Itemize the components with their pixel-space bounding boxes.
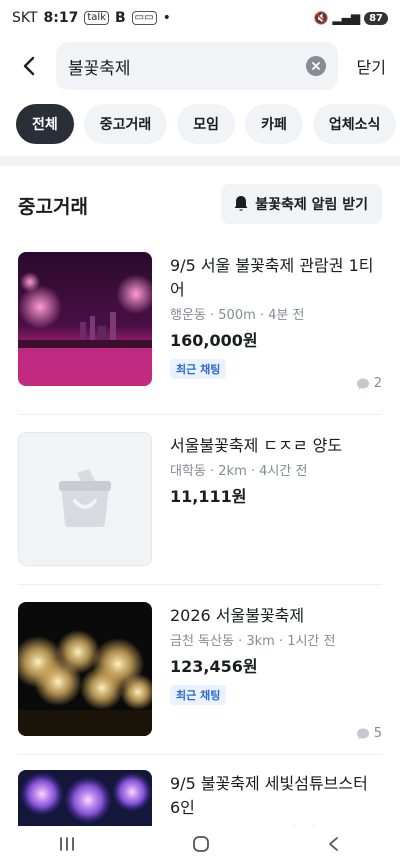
item-title: 9/5 불꽃축제 세빛섬튜브스터 6인 [170, 774, 368, 817]
section-divider [0, 156, 400, 166]
tab-business-news[interactable]: 업체소식 [312, 104, 397, 144]
list-item[interactable]: 9/5 불꽃축제 세빛섬튜브스터 6인 [18, 770, 382, 826]
search-query: 불꽃축제 [68, 58, 131, 79]
item-thumbnail [18, 602, 152, 736]
tab-all[interactable]: 전체 [16, 104, 74, 144]
list-item[interactable]: 서울불꽃축제 ㄷㅈㄹ 양도 대학동 · 2km · 4시간 전 11,111원 [18, 432, 382, 600]
item-price: 11,111원 [170, 487, 247, 506]
item-title: 2026 서울불꽃축제 [170, 606, 305, 625]
item-price: 160,000원 [170, 331, 258, 350]
chevron-left-icon [23, 56, 35, 76]
bell-icon [234, 196, 248, 211]
carrier-label: SKT [12, 10, 38, 26]
tab-cafe[interactable]: 카페 [245, 104, 303, 144]
clock: 8:17 [43, 10, 79, 26]
signal-icon: ▂▄▆ [332, 11, 361, 25]
item-divider [18, 754, 382, 755]
back-arrow-icon [329, 837, 338, 851]
message-notification-icon: ▭▭ [131, 11, 157, 25]
blog-notification-icon: B [115, 10, 126, 26]
item-title: 서울불꽃축제 ㄷㅈㄹ 양도 [170, 436, 343, 455]
system-back-button[interactable] [325, 835, 343, 857]
battery-icon: 87 [364, 11, 388, 25]
chat-count-value: 2 [373, 376, 382, 391]
close-icon [312, 62, 320, 70]
filter-tabs: 전체 중고거래 모임 카페 업체소식 [16, 104, 397, 144]
recent-chat-badge: 최근 채팅 [170, 359, 227, 379]
home-button[interactable] [191, 834, 211, 858]
item-meta: 행운동 · 500m · 4분 전 [170, 308, 305, 323]
chat-bubble-icon [356, 378, 369, 389]
search-header: 불꽃축제 닫기 [0, 38, 400, 94]
chat-count: 5 [356, 726, 382, 741]
item-thumbnail [18, 252, 152, 386]
recent-apps-icon [60, 837, 74, 851]
section-title: 중고거래 [18, 196, 88, 218]
recent-chat-badge: 최근 채팅 [170, 685, 227, 705]
home-icon [193, 836, 209, 852]
item-divider [18, 584, 382, 585]
search-input[interactable]: 불꽃축제 [56, 42, 338, 90]
chat-count-value: 5 [373, 726, 382, 741]
talk-notification-icon: talk [84, 11, 109, 25]
item-thumbnail [18, 770, 152, 826]
keyword-alert-button[interactable]: 불꽃축제 알림 받기 [221, 184, 382, 224]
chat-count: 2 [356, 376, 382, 391]
close-search-button[interactable]: 닫기 [357, 54, 386, 78]
system-nav-bar [0, 826, 400, 866]
list-item[interactable]: 2026 서울불꽃축제 금천 독산동 · 3km · 1시간 전 123,456… [18, 602, 382, 770]
clear-search-button[interactable] [306, 56, 326, 76]
tab-used-trade[interactable]: 중고거래 [83, 104, 168, 144]
shopping-bag-icon [59, 469, 111, 527]
list-item[interactable]: 9/5 서울 불꽃축제 관람권 1티어 행운동 · 500m · 4분 전 16… [18, 252, 382, 420]
fireworks-photo [18, 602, 152, 736]
item-meta: 금천 독산동 · 3km · 1시간 전 [170, 634, 336, 649]
more-notifications-icon: • [162, 10, 171, 26]
keyword-alert-label: 불꽃축제 알림 받기 [255, 197, 368, 213]
item-meta: 대학동 · 2km · 4시간 전 [170, 464, 308, 479]
chat-bubble-icon [356, 728, 369, 739]
fireworks-photo [18, 770, 152, 826]
mute-icon: 🔇 [313, 11, 329, 25]
fireworks-photo [18, 252, 152, 386]
item-divider [18, 414, 382, 415]
recent-apps-button[interactable] [57, 836, 77, 856]
tab-meetups[interactable]: 모임 [177, 104, 236, 144]
item-price: 123,456원 [170, 657, 258, 676]
item-thumbnail-placeholder [18, 432, 152, 566]
item-title: 9/5 서울 불꽃축제 관람권 1티어 [170, 256, 374, 299]
status-bar: SKT 8:17 talk B ▭▭ • 🔇 ▂▄▆ 87 [0, 0, 400, 36]
back-button[interactable] [8, 44, 52, 88]
